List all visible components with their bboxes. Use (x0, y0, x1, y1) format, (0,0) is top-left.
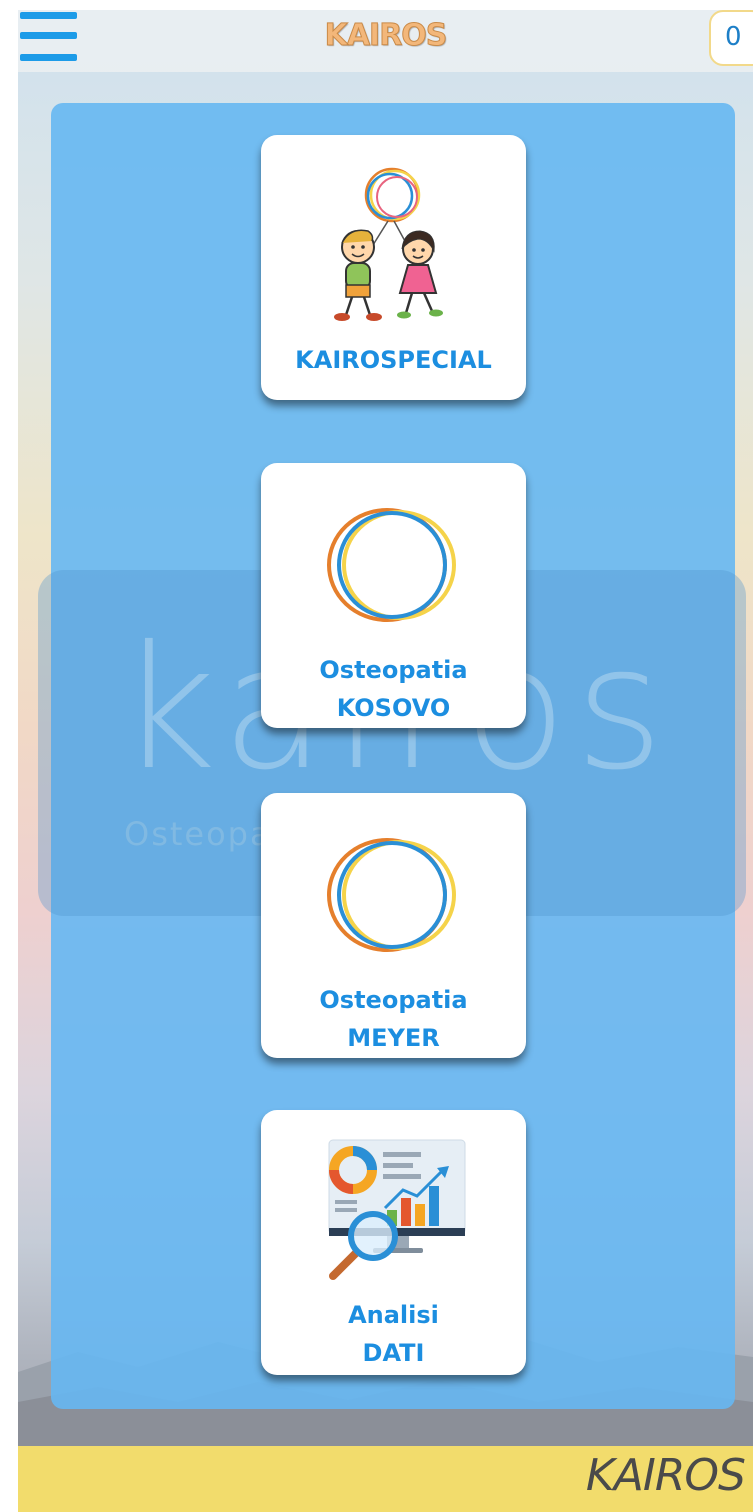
card-osteopatia-kosovo[interactable]: Osteopatia KOSOVO (261, 463, 526, 728)
app-screen: KAIROS 0 kairos Osteopatia integrate (18, 10, 753, 1512)
app-title: KAIROS (324, 18, 448, 54)
card-label-osteopatia-meyer-1: Osteopatia (319, 986, 468, 1014)
data-analytics-icon (328, 1139, 466, 1280)
card-osteopatia-meyer[interactable]: Osteopatia MEYER (261, 793, 526, 1058)
kairos-rings-logo-icon (327, 508, 456, 622)
footer-brand: KAIROS (585, 1450, 746, 1501)
card-kairospecial[interactable]: KAIROSPECIAL (261, 135, 526, 400)
card-label-osteopatia-meyer-2: MEYER (347, 1024, 440, 1052)
counter-badge[interactable]: 0 (709, 10, 753, 66)
card-label-analisi-dati-2: DATI (362, 1339, 425, 1367)
kairos-rings-logo-icon (327, 838, 456, 952)
card-label-osteopatia-kosovo-1: Osteopatia (319, 656, 468, 684)
bottom-footer: KAIROS (18, 1446, 753, 1512)
top-header: KAIROS 0 (18, 10, 753, 72)
card-analisi-dati[interactable]: Analisi DATI (261, 1110, 526, 1375)
card-label-osteopatia-kosovo-2: KOSOVO (336, 694, 451, 722)
card-label-analisi-dati-1: Analisi (348, 1301, 439, 1329)
children-balloon-icon (334, 167, 443, 321)
card-label-kairospecial: KAIROSPECIAL (295, 346, 492, 374)
